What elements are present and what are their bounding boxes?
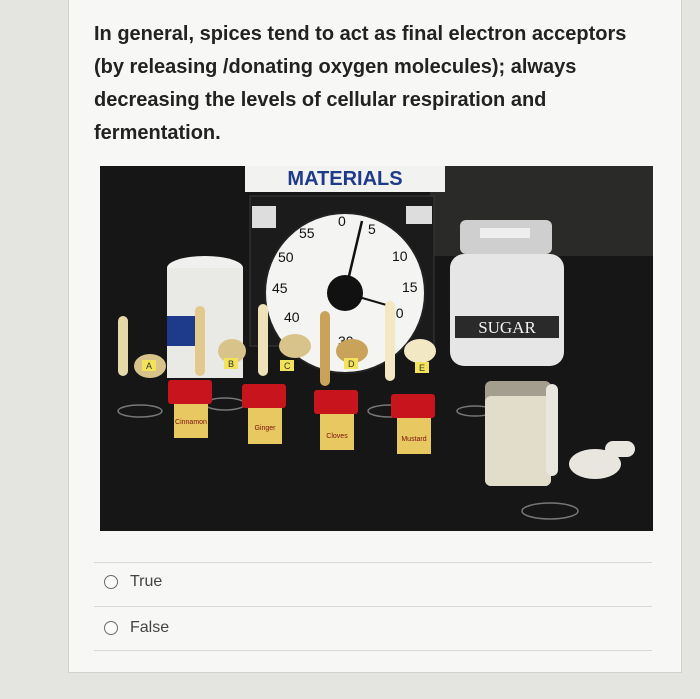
timer-number-55: 55 <box>299 225 315 241</box>
option-true-label: True <box>130 573 163 590</box>
question-text: In general, spices tend to act as final … <box>94 23 627 144</box>
spice-label-cloves: Cloves <box>326 433 348 440</box>
divider-middle <box>94 606 652 607</box>
timer-number-10: 10 <box>392 248 408 264</box>
radio-circle-icon[interactable] <box>104 621 118 635</box>
timer-number-40: 40 <box>284 309 300 325</box>
spice-label-mustard: Mustard <box>401 436 426 443</box>
timer-number-45: 45 <box>272 280 288 296</box>
timer-number-15: 15 <box>402 279 418 295</box>
tube-label-e: E <box>419 363 425 373</box>
sugar-label: SUGAR <box>478 318 536 337</box>
timer-number-0: 0 <box>338 213 346 229</box>
option-false[interactable]: False <box>104 616 169 640</box>
tube-label-a: A <box>146 361 152 371</box>
sugar-jar: SUGAR <box>450 220 564 366</box>
tube-label-b: B <box>228 359 234 369</box>
option-true[interactable]: True <box>104 570 162 594</box>
tube-label-c: C <box>284 361 291 371</box>
option-false-label: False <box>130 619 170 636</box>
radio-circle-icon[interactable] <box>104 575 118 589</box>
divider-bottom <box>94 650 652 651</box>
divider-top <box>94 562 652 563</box>
spice-label-cinnamon: Cinnamon <box>175 419 207 426</box>
spice-label-ginger: Ginger <box>254 425 276 432</box>
poster-title: MATERIALS <box>287 168 402 190</box>
timer-number-5: 5 <box>368 221 376 237</box>
tube-label-d: D <box>348 359 355 369</box>
lab-materials-photo: MATERIALS 0 5 10 15 20 30 40 45 50 55 SU… <box>100 166 653 531</box>
timer-number-50: 50 <box>278 249 294 265</box>
